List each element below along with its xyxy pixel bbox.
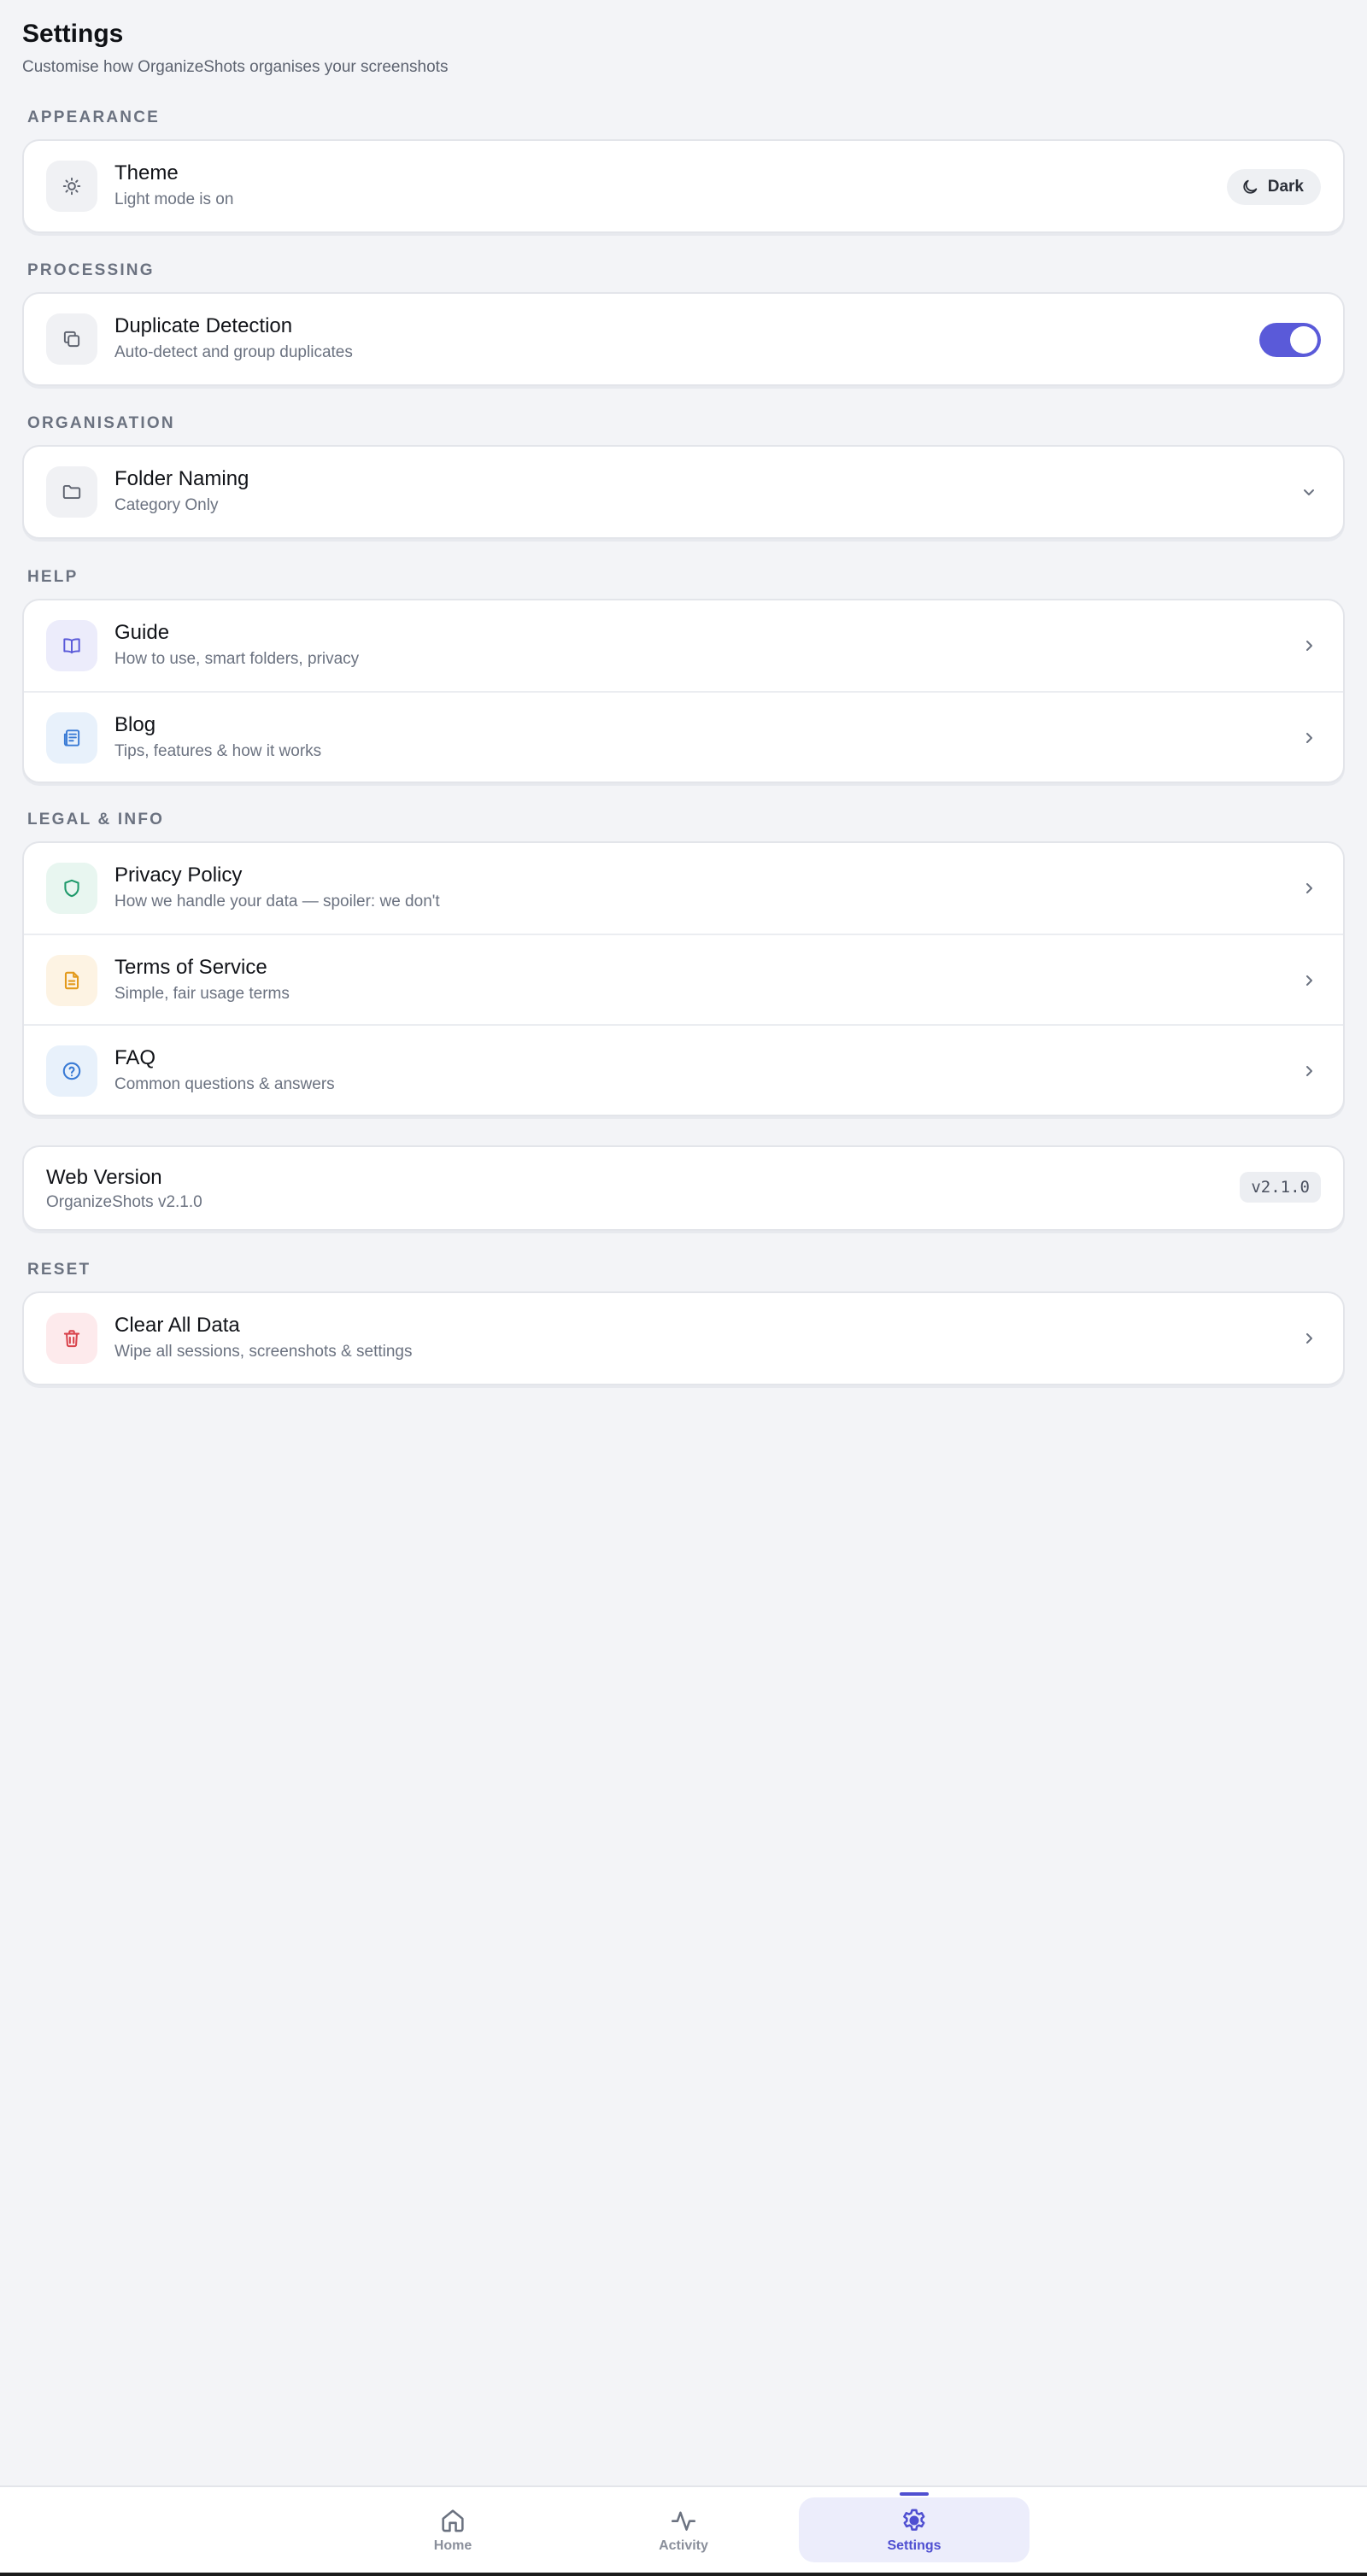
version-row: Web Version OrganizeShots v2.1.0 v2.1.0 — [24, 1147, 1343, 1229]
chevron-down-icon — [1304, 489, 1314, 495]
version-title: Web Version — [46, 1166, 162, 1189]
duplicate-detection-toggle[interactable] — [1259, 323, 1321, 357]
dark-mode-button-label: Dark — [1267, 178, 1304, 196]
bottom-edge — [0, 2573, 1367, 2576]
clear-all-data-row[interactable]: Clear All Data Wipe all sessions, screen… — [24, 1293, 1343, 1384]
chevron-right-icon — [1306, 883, 1312, 893]
home-icon — [442, 2509, 464, 2532]
guide-title: Guide — [114, 621, 170, 644]
chevron-right-icon — [1306, 733, 1312, 743]
page-subtitle: Customise how OrganizeShots organises yo… — [22, 58, 449, 76]
newspaper-icon — [46, 712, 97, 764]
faq-title: FAQ — [114, 1046, 156, 1069]
nav-settings[interactable]: Settings — [799, 2492, 1030, 2562]
blog-row[interactable]: Blog Tips, features & how it works — [24, 691, 1343, 782]
clear-all-data-description: Wipe all sessions, screenshots & setting… — [114, 1343, 413, 1361]
chevron-right-icon — [1306, 975, 1312, 986]
privacy-policy-title: Privacy Policy — [114, 864, 243, 887]
shield-icon — [46, 863, 97, 914]
chevron-right-icon — [1306, 1066, 1312, 1076]
dark-mode-button[interactable]: Dark — [1226, 169, 1321, 205]
theme-title: Theme — [114, 161, 179, 184]
settings-page: Settings Customise how OrganizeShots org… — [22, 0, 1345, 1385]
reset-card: Clear All Data Wipe all sessions, screen… — [22, 1291, 1345, 1385]
legal-card: Privacy Policy How we handle your data —… — [22, 841, 1345, 1116]
duplicate-detection-row: Duplicate Detection Auto-detect and grou… — [24, 294, 1343, 384]
section-label-processing: PROCESSING — [27, 261, 155, 279]
processing-card: Duplicate Detection Auto-detect and grou… — [22, 292, 1345, 386]
help-circle-icon — [46, 1045, 97, 1097]
chevron-right-icon — [1306, 1333, 1312, 1344]
terms-of-service-title: Terms of Service — [114, 956, 267, 979]
help-card: Guide How to use, smart folders, privacy… — [22, 599, 1345, 783]
book-icon — [46, 620, 97, 671]
duplicate-detection-title: Duplicate Detection — [114, 314, 293, 337]
section-label-help: HELP — [27, 568, 79, 586]
nav-home-label: Home — [433, 2538, 472, 2553]
privacy-policy-row[interactable]: Privacy Policy How we handle your data —… — [24, 843, 1343, 934]
guide-description: How to use, smart folders, privacy — [114, 650, 360, 668]
toggle-knob — [1290, 326, 1317, 354]
document-icon — [46, 955, 97, 1006]
trash-icon — [46, 1313, 97, 1364]
version-card: Web Version OrganizeShots v2.1.0 v2.1.0 — [22, 1145, 1345, 1231]
theme-row: Theme Light mode is on Dark — [24, 141, 1343, 231]
page-header: Settings Customise how OrganizeShots org… — [22, 0, 1345, 76]
nav-activity-label: Activity — [659, 2538, 708, 2553]
clear-all-data-title: Clear All Data — [114, 1314, 240, 1337]
blog-title: Blog — [114, 713, 156, 736]
privacy-policy-description: How we handle your data — spoiler: we do… — [114, 893, 440, 910]
section-label-appearance: APPEARANCE — [27, 108, 161, 126]
duplicate-detection-description: Auto-detect and group duplicates — [114, 343, 353, 361]
faq-description: Common questions & answers — [114, 1075, 335, 1093]
sun-icon — [46, 161, 97, 212]
section-label-reset: RESET — [27, 1261, 91, 1279]
folder-naming-title: Folder Naming — [114, 467, 249, 490]
gear-icon — [903, 2509, 925, 2531]
chevron-right-icon — [1306, 641, 1312, 651]
version-description: OrganizeShots v2.1.0 — [46, 1193, 202, 1211]
activity-icon — [671, 2511, 696, 2531]
organisation-card: Folder Naming Category Only — [22, 445, 1345, 539]
bottom-nav: Home Activity Settings — [0, 2485, 1367, 2576]
section-label-organisation: ORGANISATION — [27, 414, 175, 432]
folder-naming-value: Category Only — [114, 496, 219, 514]
version-badge: v2.1.0 — [1240, 1172, 1321, 1203]
page-title: Settings — [22, 20, 124, 48]
nav-home[interactable]: Home — [337, 2497, 568, 2562]
copy-icon — [46, 313, 97, 365]
nav-activity[interactable]: Activity — [568, 2497, 799, 2562]
appearance-card: Theme Light mode is on Dark — [22, 139, 1345, 233]
nav-settings-label: Settings — [887, 2538, 942, 2553]
active-indicator — [900, 2492, 929, 2496]
theme-description: Light mode is on — [114, 190, 234, 208]
blog-description: Tips, features & how it works — [114, 742, 322, 760]
section-label-legal: LEGAL & INFO — [27, 811, 165, 828]
terms-of-service-description: Simple, fair usage terms — [114, 985, 290, 1003]
folder-naming-row[interactable]: Folder Naming Category Only — [24, 447, 1343, 537]
terms-of-service-row[interactable]: Terms of Service Simple, fair usage term… — [24, 934, 1343, 1024]
faq-row[interactable]: FAQ Common questions & answers — [24, 1024, 1343, 1115]
moon-icon — [1243, 179, 1257, 194]
folder-icon — [46, 466, 97, 518]
guide-row[interactable]: Guide How to use, smart folders, privacy — [24, 600, 1343, 691]
